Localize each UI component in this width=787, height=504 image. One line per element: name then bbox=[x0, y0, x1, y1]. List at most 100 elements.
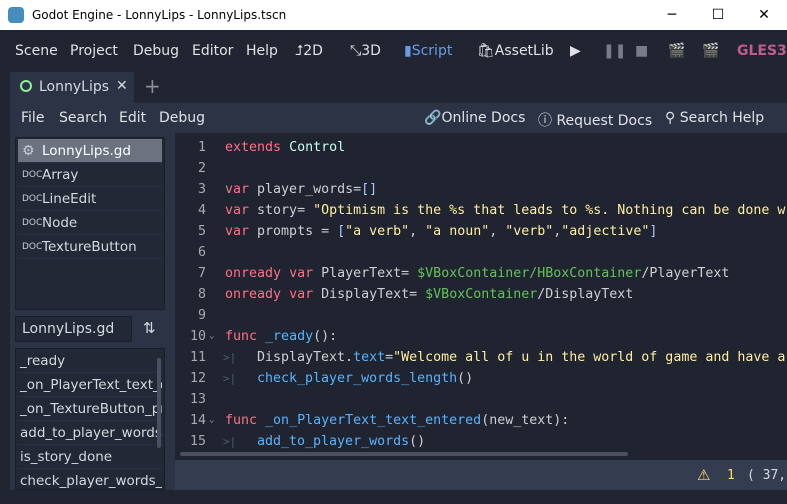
scene-tab-label: LonnyLips bbox=[39, 79, 110, 95]
code-token: PlayerText= bbox=[313, 266, 418, 281]
play-scene-icon[interactable]: 🎬 bbox=[668, 43, 685, 59]
line-number: 14 bbox=[189, 413, 206, 428]
method-list[interactable]: _ready_on_PlayerText_text_entered_on_Tex… bbox=[15, 348, 165, 490]
code-line[interactable]: func _ready(): bbox=[225, 326, 337, 347]
line-number: 11 bbox=[189, 350, 206, 365]
maximize-button[interactable]: ☐ bbox=[695, 0, 741, 30]
script-list-label: TextureButton bbox=[42, 239, 137, 255]
online-docs-button[interactable]: 🔗Online Docs bbox=[424, 110, 525, 126]
code-line[interactable]: DisplayText.text="Welcome all of u in th… bbox=[257, 347, 785, 368]
code-line[interactable]: check_player_words_length() bbox=[257, 368, 473, 389]
doc-icon: DOC bbox=[22, 242, 43, 252]
play-icon[interactable]: ▶ bbox=[570, 43, 581, 59]
fold-arrow-icon[interactable]: ⌄ bbox=[209, 326, 214, 347]
stop-icon[interactable]: ■ bbox=[635, 43, 648, 59]
script-menu-search[interactable]: Search bbox=[59, 110, 107, 126]
request-docs-button[interactable]: ⓘ Request Docs bbox=[538, 110, 652, 130]
search-doc-icon: ⚲ bbox=[665, 110, 680, 126]
code-line[interactable]: onready var PlayerText= $VBoxContainer/H… bbox=[225, 263, 729, 284]
method-list-item[interactable]: add_to_player_words bbox=[18, 421, 162, 445]
code-line[interactable]: var prompts = ["a verb", "a noun", "verb… bbox=[225, 221, 657, 242]
code-token: [ bbox=[337, 224, 346, 239]
mode-2d-button[interactable]: ⮥2D bbox=[295, 43, 323, 59]
method-list-item[interactable]: is_story_done bbox=[18, 445, 162, 469]
close-button[interactable]: ✕ bbox=[741, 0, 787, 30]
script-list-item[interactable]: DOC Array bbox=[18, 163, 162, 187]
fold-arrow-icon[interactable]: ⌄ bbox=[209, 410, 214, 431]
code-token: onready bbox=[225, 287, 282, 302]
line-number: 2 bbox=[197, 161, 206, 176]
method-list-item[interactable]: _on_PlayerText_text_entered bbox=[18, 373, 162, 397]
menu-help[interactable]: Help bbox=[246, 43, 278, 59]
line-number: 9 bbox=[197, 308, 206, 323]
code-token: player_words= bbox=[249, 182, 362, 197]
warning-icon[interactable]: ⚠ bbox=[697, 466, 710, 484]
minimize-button[interactable]: ─ bbox=[649, 0, 695, 30]
script-menu-edit[interactable]: Edit bbox=[119, 110, 146, 126]
mode-assetlib-label: AssetLib bbox=[494, 43, 554, 59]
renderer-select[interactable]: GLES3 bbox=[737, 43, 787, 59]
code-token: prompts = bbox=[249, 224, 338, 239]
menu-editor[interactable]: Editor bbox=[192, 43, 233, 59]
gear-icon: ⚙ bbox=[22, 143, 35, 159]
3d-icon: ⤡ bbox=[350, 43, 362, 59]
online-docs-label: Online Docs bbox=[441, 110, 526, 126]
mode-3d-button[interactable]: ⤡3D bbox=[350, 43, 381, 59]
line-number: 15 bbox=[189, 434, 206, 449]
script-list-label: LineEdit bbox=[42, 191, 97, 207]
mode-2d-label: 2D bbox=[303, 43, 323, 59]
method-list-item[interactable]: _ready bbox=[18, 349, 162, 373]
script-menu-debug[interactable]: Debug bbox=[159, 110, 205, 126]
line-number: 7 bbox=[197, 266, 206, 281]
pause-icon[interactable]: ❚❚ bbox=[603, 43, 626, 59]
assetlib-icon: 🛍 bbox=[477, 43, 495, 59]
mode-assetlib-button[interactable]: 🛍AssetLib bbox=[477, 43, 554, 59]
mode-script-button[interactable]: ▮Script bbox=[404, 43, 452, 59]
method-list-item[interactable]: check_player_words_length bbox=[18, 469, 162, 489]
title-bar: Godot Engine - LonnyLips - LonnyLips.tsc… bbox=[0, 0, 787, 30]
code-line[interactable]: var player_words=[] bbox=[225, 179, 377, 200]
code-line[interactable]: extends Control bbox=[225, 137, 345, 158]
menu-debug[interactable]: Debug bbox=[133, 43, 179, 59]
warning-count[interactable]: 1 bbox=[727, 468, 735, 483]
doc-icon: DOC bbox=[22, 194, 43, 204]
menu-project[interactable]: Project bbox=[70, 43, 118, 59]
script-list-item[interactable]: DOC LineEdit bbox=[18, 187, 162, 211]
script-list-item[interactable]: DOC Node bbox=[18, 211, 162, 235]
code-line[interactable]: var story= "Optimism is the %s that lead… bbox=[225, 200, 785, 221]
line-number: 12 bbox=[189, 371, 206, 386]
code-editor[interactable]: 1 extends Control 2 3 var player_words=[] 4 va… bbox=[175, 133, 787, 460]
code-token: "Welcome all of u in the world of game a… bbox=[393, 350, 786, 365]
script-menu-file[interactable]: File bbox=[21, 110, 44, 126]
method-filter-input[interactable]: LonnyLips.gd bbox=[15, 316, 132, 342]
script-list-item[interactable]: ⚙ LonnyLips.gd bbox=[18, 139, 162, 163]
script-list[interactable]: ⚙ LonnyLips.gd DOC Array DOC LineEdit DOC Node D… bbox=[15, 137, 165, 310]
sort-icon[interactable]: ⇅ bbox=[143, 319, 156, 337]
search-help-button[interactable]: ⚲ Search Help bbox=[665, 110, 764, 126]
script-list-item[interactable]: DOC TextureButton bbox=[18, 235, 162, 259]
menu-scene[interactable]: Scene bbox=[15, 43, 58, 59]
code-line[interactable]: add_to_player_words() bbox=[257, 431, 425, 452]
code-token: extends bbox=[225, 140, 282, 155]
horizontal-scrollbar[interactable] bbox=[180, 452, 628, 456]
method-list-scrollbar[interactable] bbox=[157, 358, 161, 448]
code-token: /PlayerText bbox=[641, 266, 730, 281]
method-list-item[interactable]: _on_TextureButton_pressed bbox=[18, 397, 162, 421]
doc-icon: DOC bbox=[22, 218, 43, 228]
control-node-icon bbox=[20, 80, 32, 92]
close-tab-icon[interactable]: ✕ bbox=[116, 78, 128, 94]
code-line[interactable]: onready var DisplayText= $VBoxContainer/… bbox=[225, 284, 633, 305]
code-token: func bbox=[225, 413, 258, 428]
scene-tab-lonnylips[interactable]: LonnyLips ✕ bbox=[10, 72, 134, 103]
script-list-label: Array bbox=[42, 167, 79, 183]
add-scene-tab-icon[interactable]: + bbox=[144, 74, 161, 98]
code-token: story= bbox=[249, 203, 314, 218]
line-number: 4 bbox=[197, 203, 206, 218]
code-token: (): bbox=[313, 329, 338, 344]
code-line[interactable]: func _on_PlayerText_text_entered(new_tex… bbox=[225, 410, 569, 431]
play-custom-scene-icon[interactable]: 🎬 bbox=[702, 43, 719, 59]
code-token: "verb" bbox=[505, 224, 554, 239]
code-token: [] bbox=[361, 182, 378, 197]
